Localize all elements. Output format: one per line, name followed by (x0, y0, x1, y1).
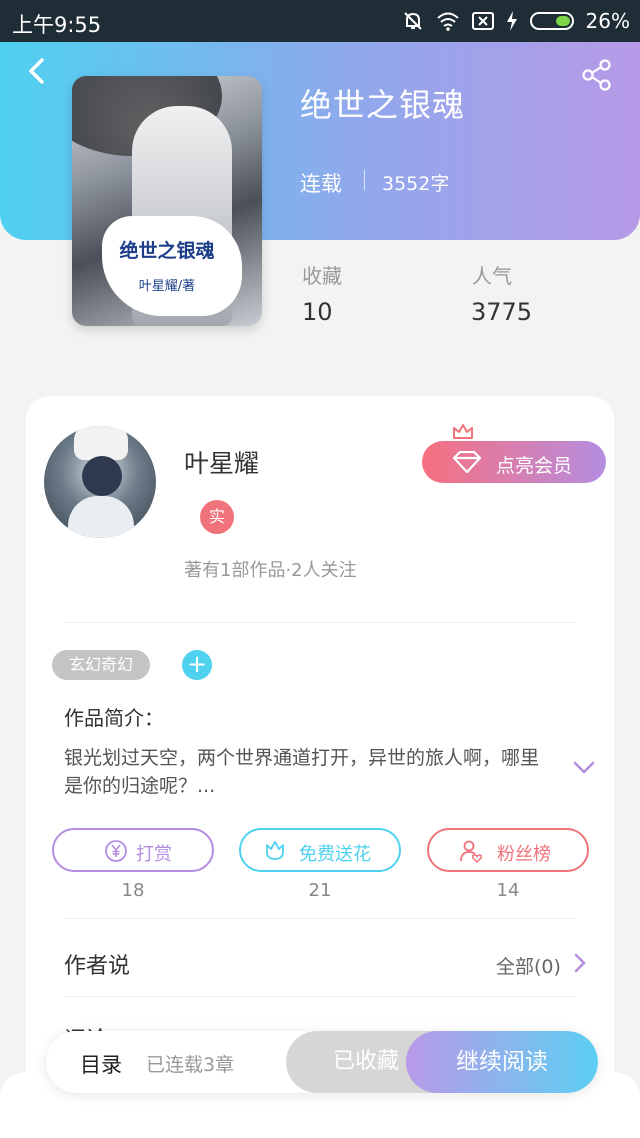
send-flower-button[interactable]: 免费送花 (239, 828, 401, 872)
status-bar: 上午9:55 26% (0, 0, 640, 42)
chevron-right-icon[interactable] (572, 952, 588, 974)
crown-icon (453, 424, 473, 439)
cover-title: 绝世之银魂 (119, 240, 215, 262)
book-cover[interactable]: 绝世之银魂 叶星耀/著 (72, 76, 262, 326)
book-status: 连载 (300, 172, 342, 196)
chapter-count: 已连载3章 (146, 1054, 235, 1076)
stat-popularity-label: 人气 (472, 264, 512, 288)
verified-badge: 实 (200, 500, 234, 534)
tip-button[interactable]: 打赏 (52, 828, 214, 872)
fan-ranking-label: 粉丝榜 (497, 844, 551, 865)
status-time: 上午9:55 (12, 13, 102, 37)
stat-popularity-value: 3775 (471, 298, 533, 326)
book-word-count: 3552字 (382, 173, 450, 195)
author-says-title: 作者说 (64, 954, 131, 979)
toc-button[interactable]: 目录 (80, 1049, 122, 1079)
book-title: 绝世之银魂 (300, 86, 466, 124)
stat-favorites-value: 10 (302, 298, 333, 326)
cover-author: 叶星耀/著 (138, 279, 196, 294)
flower-icon (266, 841, 284, 860)
divider (64, 622, 576, 623)
send-flower-label: 免费送花 (299, 844, 371, 865)
intro-text: 银光划过天空，两个世界通道打开，异世的旅人啊，哪里是你的归途呢？... (64, 747, 540, 797)
fan-user-icon (460, 840, 483, 863)
charging-icon (506, 11, 517, 31)
battery-percent: 26% (585, 9, 630, 33)
vip-button[interactable]: 点亮会员 (422, 441, 606, 483)
wifi-icon (436, 12, 459, 31)
mute-bell-icon (403, 12, 422, 30)
divider (64, 996, 576, 997)
no-sim-icon (471, 12, 494, 30)
fan-ranking-button[interactable]: 粉丝榜 (427, 828, 589, 872)
tip-label: 打赏 (136, 844, 172, 865)
stat-favorites-label: 收藏 (302, 264, 342, 288)
diamond-icon (452, 451, 482, 473)
tip-count: 18 (121, 880, 145, 901)
bottom-action-bar: 目录 已连载3章 已收藏 继续阅读 (46, 1031, 598, 1093)
author-avatar[interactable] (44, 426, 156, 538)
author-meta: 著有1部作品·2人关注 (184, 560, 357, 581)
genre-tag[interactable]: 玄幻奇幻 (52, 650, 150, 680)
share-icon[interactable] (580, 58, 614, 92)
intro-title: 作品简介： (64, 706, 164, 730)
divider (64, 918, 576, 919)
flower-count: 21 (308, 880, 332, 901)
author-says-more[interactable]: 全部(0) (496, 952, 561, 979)
author-name[interactable]: 叶星耀 (184, 444, 259, 480)
battery-icon (529, 12, 574, 30)
add-tag-button[interactable]: + (182, 650, 212, 680)
divider (364, 170, 365, 190)
continue-reading-button[interactable]: 继续阅读 (406, 1031, 598, 1093)
chevron-down-icon[interactable] (572, 760, 596, 776)
fan-count: 14 (496, 880, 520, 901)
back-arrow-icon[interactable] (22, 56, 52, 86)
vip-button-label: 点亮会员 (496, 455, 573, 477)
yen-icon (105, 840, 127, 862)
